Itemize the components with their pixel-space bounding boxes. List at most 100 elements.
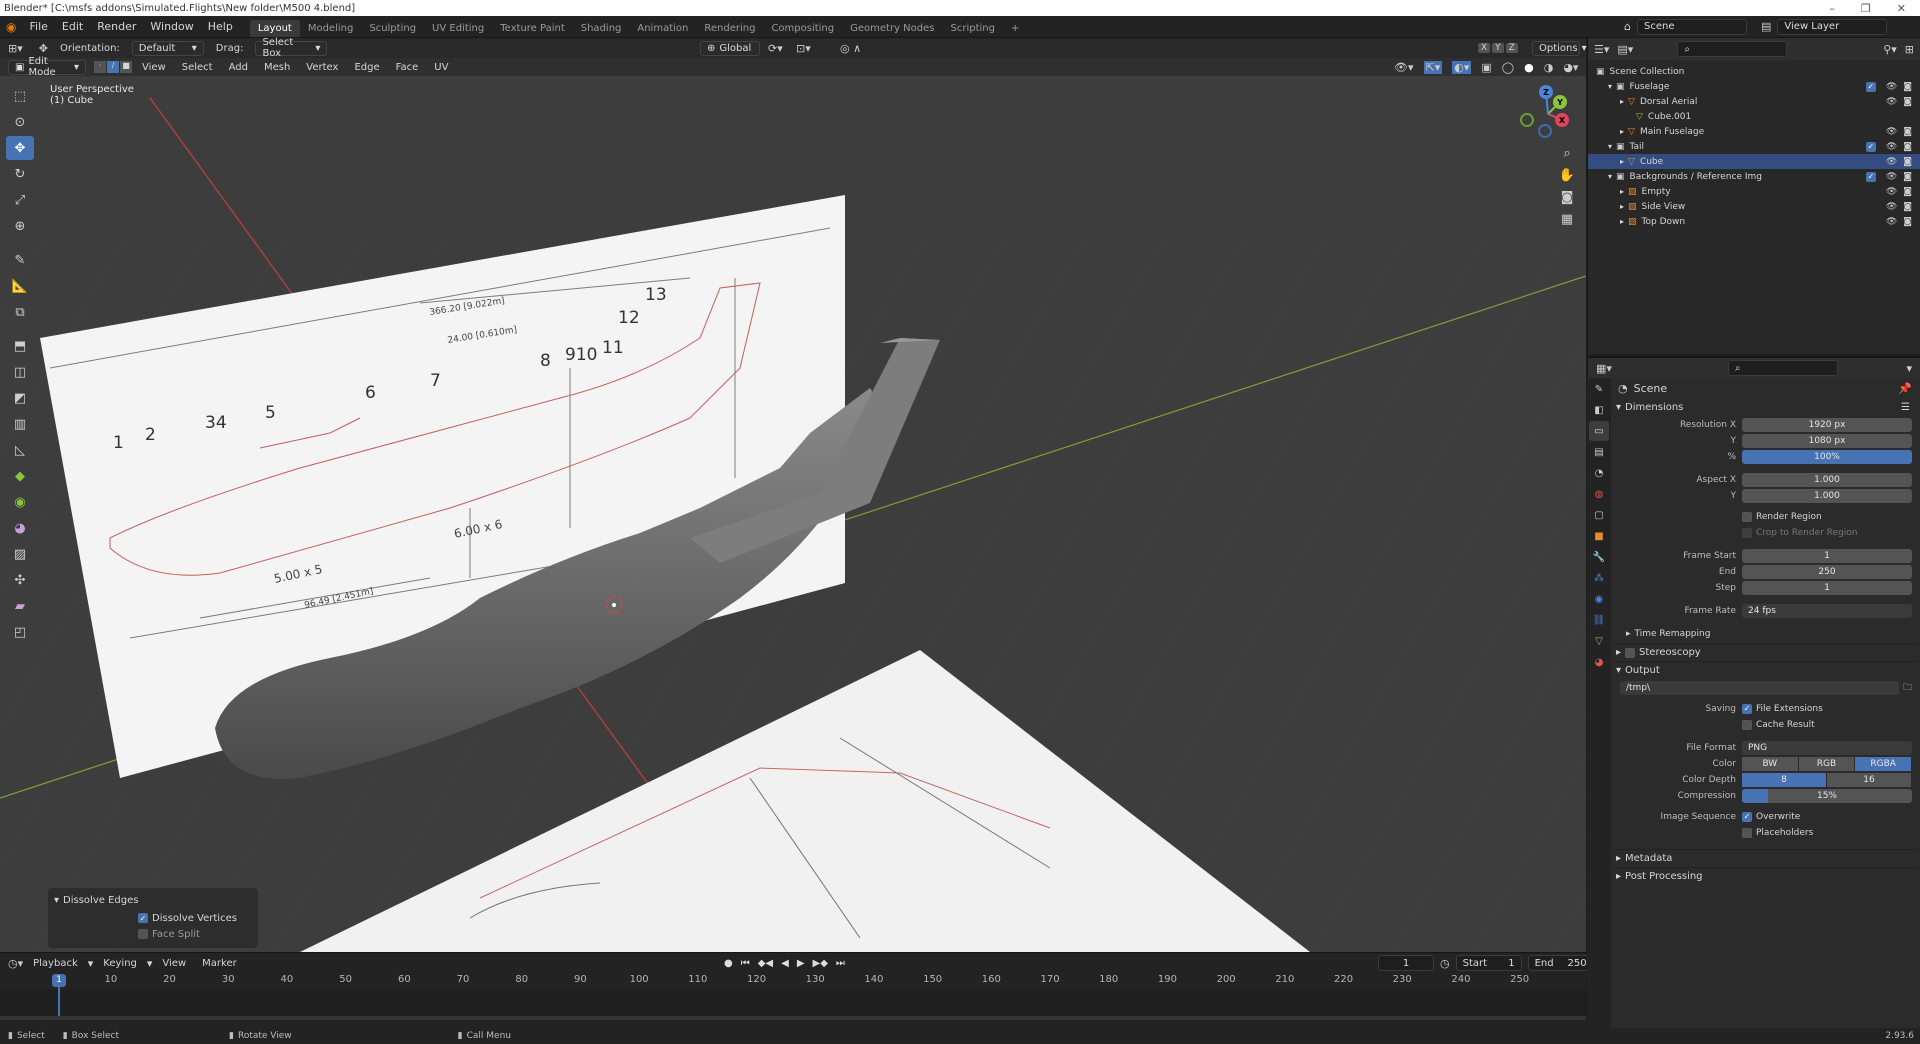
checkbox-checked-icon[interactable]: ✓ (1742, 703, 1752, 714)
outliner-editor-icon[interactable]: ☰▾ (1594, 43, 1609, 56)
eye-icon[interactable]: 👁 (1886, 142, 1897, 152)
menu-add[interactable]: Add (223, 62, 254, 73)
scene-collection-row[interactable]: ▣ Scene Collection (1588, 64, 1920, 79)
cursor-icon[interactable]: ⊙ (6, 110, 34, 134)
properties-editor-icon[interactable]: ▦▾ (1596, 362, 1612, 375)
frame-step-field[interactable]: 1 (1742, 580, 1912, 595)
tab-uv-editing[interactable]: UV Editing (424, 20, 492, 37)
object-tab-icon[interactable]: ■ (1589, 526, 1609, 546)
checkbox-checked-icon[interactable]: ✓ (1865, 171, 1876, 182)
shear-icon[interactable]: ▰ (6, 594, 34, 618)
inset-icon[interactable]: ◫ (6, 360, 34, 384)
checkbox-checked-icon[interactable]: ✓ (1865, 81, 1876, 92)
particles-tab-icon[interactable]: ⁂ (1589, 568, 1609, 588)
time-remapping-subpanel[interactable]: ▸ Time Remapping (1614, 625, 1918, 643)
solid-shading-icon[interactable]: ● (1524, 61, 1534, 74)
outliner-row[interactable]: ▾ ▣ Backgrounds / Reference Img ✓ 👁 ◙ (1588, 169, 1920, 184)
output-path-field[interactable]: /tmp\ (1620, 680, 1899, 695)
outliner-row[interactable]: ▸ ▨ Side View 👁 ◙ (1588, 199, 1920, 214)
resolution-percent-slider[interactable]: 100% (1742, 449, 1912, 464)
drag-dropdown[interactable]: Select Box ▾ (255, 37, 328, 59)
mirror-axis-y[interactable]: Y (1492, 43, 1504, 53)
rendered-shading-icon[interactable]: ◕▾ (1563, 61, 1578, 74)
mesh-data-tab-icon[interactable]: ▽ (1589, 631, 1609, 651)
extrude-icon[interactable]: ⬒ (6, 334, 34, 358)
camera-icon[interactable]: ◙ (1903, 157, 1912, 167)
camera-icon[interactable]: ◙ (1903, 202, 1912, 212)
file-extensions-row[interactable]: Saving ✓ File Extensions (1614, 701, 1918, 716)
disclosure-icon[interactable]: ▾ (1608, 82, 1612, 91)
loop-cut-icon[interactable]: ▥ (6, 412, 34, 436)
shrink-fatten-icon[interactable]: ✣ (6, 568, 34, 592)
timeline-track[interactable]: 1 (0, 974, 1586, 1020)
visibility-icon[interactable]: 👁▾ (1394, 61, 1414, 74)
folder-icon[interactable]: 🗀 (1903, 680, 1918, 696)
physics-tab-icon[interactable]: ◉ (1589, 589, 1609, 609)
tab-compositing[interactable]: Compositing (763, 20, 842, 37)
timeline-ruler[interactable]: 10 20 30 40 50 60 70 80 90 100 110 120 130 140 150 160 1… (50, 974, 1580, 988)
tab-modeling[interactable]: Modeling (300, 20, 362, 37)
menu-edit[interactable]: Edit (55, 20, 90, 33)
resolution-x-field[interactable]: 1920 px (1742, 417, 1912, 432)
menu-uv[interactable]: UV (428, 62, 454, 73)
wireframe-shading-icon[interactable]: ◯ (1502, 61, 1514, 74)
chevron-down-icon[interactable]: ▾ (1906, 362, 1912, 375)
menu-keying[interactable]: Keying (97, 958, 143, 969)
add-workspace-button[interactable]: + (1003, 20, 1027, 37)
checkbox-unchecked-icon[interactable] (1742, 719, 1752, 730)
measure-icon[interactable]: 📐 (6, 274, 34, 298)
cache-result-row[interactable]: Cache Result (1614, 717, 1918, 732)
knife-icon[interactable]: ◺ (6, 438, 34, 462)
select-box-icon[interactable]: ⬚ (6, 84, 34, 108)
camera-view-icon[interactable]: ◙ (1556, 186, 1578, 208)
checkbox-unchecked-icon[interactable] (138, 929, 148, 939)
timeline-scrollbar[interactable] (0, 1016, 1586, 1020)
resolution-y-field[interactable]: 1080 px (1742, 433, 1912, 448)
transform-icon[interactable]: ⊕ (6, 214, 34, 238)
tab-animation[interactable]: Animation (629, 20, 696, 37)
snap-icon[interactable]: ⊡▾ (796, 42, 811, 55)
mirror-axis-z[interactable]: Z (1505, 43, 1518, 53)
properties-search-input[interactable]: ⌕ (1727, 360, 1838, 376)
jump-keyframe-forward-icon[interactable]: ▶◆ (813, 958, 828, 969)
metadata-panel-header[interactable]: ▸ Metadata (1614, 849, 1918, 867)
gizmo-neg-y-axis[interactable] (1520, 113, 1534, 127)
play-reverse-icon[interactable]: ◀ (781, 958, 789, 969)
disclosure-icon[interactable]: ▾ (1608, 172, 1612, 181)
frame-start-field[interactable]: 1 (1742, 548, 1912, 563)
face-split-option[interactable]: Face Split (138, 926, 252, 942)
outliner-search-input[interactable]: ⌕ (1677, 41, 1788, 57)
gizmo-x-axis[interactable]: X (1555, 113, 1569, 127)
jump-end-icon[interactable]: ⏭ (836, 958, 845, 969)
camera-icon[interactable]: ◙ (1903, 127, 1912, 137)
view-layer-field[interactable]: View Layer (1777, 18, 1888, 35)
checkbox-unchecked-icon[interactable] (1742, 527, 1752, 538)
mirror-axis-x[interactable]: X (1478, 43, 1491, 53)
edge-slide-icon[interactable]: ▨ (6, 542, 34, 566)
poly-build-icon[interactable]: ◆ (6, 464, 34, 488)
disclosure-icon[interactable]: ▸ (1620, 127, 1624, 136)
tab-scripting[interactable]: Scripting (942, 20, 1002, 37)
menu-file[interactable]: File (22, 20, 54, 33)
tab-layout[interactable]: Layout (249, 20, 300, 37)
color-depth-8[interactable]: 8 (1742, 772, 1827, 787)
menu-vertex[interactable]: Vertex (300, 62, 344, 73)
play-icon[interactable]: ▶ (797, 958, 805, 969)
gizmo-z-axis[interactable]: Z (1539, 85, 1553, 99)
compression-slider[interactable]: 15% (1742, 788, 1912, 803)
disclosure-icon[interactable]: ▸ (1620, 157, 1624, 166)
rip-region-icon[interactable]: ◰ (6, 620, 34, 644)
close-window-button[interactable]: ✕ (1897, 2, 1906, 15)
record-icon[interactable]: ● (724, 958, 733, 969)
bevel-icon[interactable]: ◩ (6, 386, 34, 410)
color-mode-bw[interactable]: BW (1742, 756, 1799, 771)
rotate-icon[interactable]: ↻ (6, 162, 34, 186)
color-mode-rgb[interactable]: RGB (1798, 756, 1856, 771)
new-collection-icon[interactable]: ⊞ (1905, 43, 1914, 56)
disclosure-icon[interactable]: ▾ (1608, 142, 1612, 151)
file-format-dropdown[interactable]: PNG (1742, 740, 1912, 755)
scale-icon[interactable]: ⤢ (6, 188, 34, 212)
pan-hand-icon[interactable]: ✋ (1556, 164, 1578, 186)
eye-icon[interactable]: 👁 (1886, 157, 1897, 167)
3d-viewport[interactable]: 1 2 34 5 6 7 8 910 11 12 13 366.20 [9.02… (0, 38, 1586, 952)
